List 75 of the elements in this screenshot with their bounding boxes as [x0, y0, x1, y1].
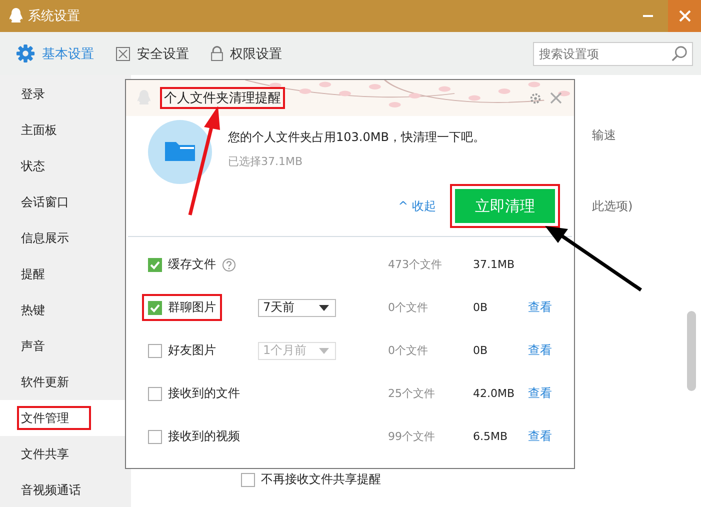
close-icon[interactable]	[550, 92, 562, 104]
caret-icon	[319, 304, 329, 310]
file-size: 37.1MB	[473, 258, 516, 271]
setting-text: 此选项)	[592, 198, 633, 215]
search-field[interactable]: 搜索设置项	[533, 42, 693, 66]
sidebar-item-label: 文件管理	[17, 406, 91, 430]
category-label: 群聊图片	[168, 299, 216, 316]
boxed-x-icon	[116, 46, 130, 60]
file-count: 0个文件	[388, 343, 429, 358]
category-label: 接收到的视频	[168, 428, 240, 445]
sidebar-item-label: 文件共享	[20, 446, 70, 462]
sidebar-item-label: 软件更新	[20, 374, 70, 390]
search-icon	[671, 44, 688, 62]
usage-message: 您的个人文件夹占用103.0MB，快清理一下吧。	[228, 129, 485, 146]
age-dropdown[interactable]: 7天前	[258, 298, 336, 316]
category-label: 接收到的文件	[168, 385, 240, 402]
checkbox[interactable]	[241, 472, 255, 486]
sidebar-item[interactable]: 声音	[0, 328, 131, 364]
checkbox[interactable]	[148, 430, 162, 444]
collapse-link[interactable]: ^ 收起	[398, 198, 436, 214]
option-label: 不再接收文件共享提醒	[261, 471, 381, 488]
caret-icon	[319, 348, 329, 354]
selected-size: 已选择37.1MB	[228, 154, 304, 169]
sidebar-item[interactable]: 文件共享	[0, 436, 131, 472]
scrollbar-thumb[interactable]	[687, 311, 696, 391]
setting-text: 输速	[592, 127, 617, 144]
close-icon	[678, 10, 690, 22]
penguin-icon	[8, 7, 24, 25]
sidebar-item-label: 提醒	[20, 266, 46, 282]
sidebar-item[interactable]: 音视频通话	[0, 472, 131, 507]
sidebar-item[interactable]: 信息展示	[0, 220, 131, 256]
file-size: 6.5MB	[473, 430, 509, 443]
checkbox[interactable]	[148, 386, 162, 400]
file-size: 42.0MB	[473, 387, 516, 400]
sidebar-item-label: 会话窗口	[20, 194, 70, 210]
sidebar-item-label: 登录	[20, 86, 46, 102]
minimize-icon	[642, 15, 652, 17]
sidebar-item-label: 信息展示	[20, 230, 70, 246]
category-label: 缓存文件	[168, 256, 216, 273]
sidebar-item-label: 热键	[20, 302, 46, 318]
sidebar-item[interactable]: 主面板	[0, 112, 131, 148]
file-count: 25个文件	[388, 386, 436, 401]
sidebar-item-label: 声音	[20, 338, 46, 354]
view-link[interactable]: 查看	[528, 299, 552, 316]
close-button[interactable]	[668, 0, 701, 32]
settings-tab[interactable]: 权限设置	[211, 44, 282, 62]
window-title: 系统设置	[28, 8, 80, 25]
file-size: 0B	[473, 344, 489, 357]
dialog-title: 个人文件夹清理提醒	[160, 87, 285, 109]
gear-icon[interactable]	[529, 92, 542, 104]
sidebar-item-label: 主面板	[20, 122, 58, 138]
gear-icon	[16, 44, 35, 63]
help-icon[interactable]	[222, 258, 236, 272]
view-link[interactable]: 查看	[528, 385, 552, 402]
folder-icon	[148, 120, 212, 184]
sidebar-item[interactable]: 热键	[0, 292, 131, 328]
lock-icon	[211, 46, 223, 61]
sidebar-item[interactable]: 状态	[0, 148, 131, 184]
checkbox[interactable]	[148, 300, 162, 314]
sidebar-item[interactable]: 会话窗口	[0, 184, 131, 220]
settings-tab[interactable]: 安全设置	[116, 44, 189, 62]
file-count: 473个文件	[388, 257, 443, 272]
view-link[interactable]: 查看	[528, 428, 552, 445]
sidebar-item[interactable]: 提醒	[0, 256, 131, 292]
file-count: 0个文件	[388, 300, 429, 315]
sidebar-item-label: 音视频通话	[20, 482, 82, 498]
checkbox[interactable]	[148, 258, 162, 272]
sidebar-item[interactable]: 登录	[0, 76, 131, 112]
checkbox[interactable]	[148, 344, 162, 358]
sidebar-item-label: 状态	[20, 158, 46, 174]
sidebar-item[interactable]: 软件更新	[0, 364, 131, 400]
view-link[interactable]: 查看	[528, 342, 552, 359]
file-count: 99个文件	[388, 429, 436, 444]
file-size: 0B	[473, 301, 489, 314]
category-label: 好友图片	[168, 342, 216, 359]
